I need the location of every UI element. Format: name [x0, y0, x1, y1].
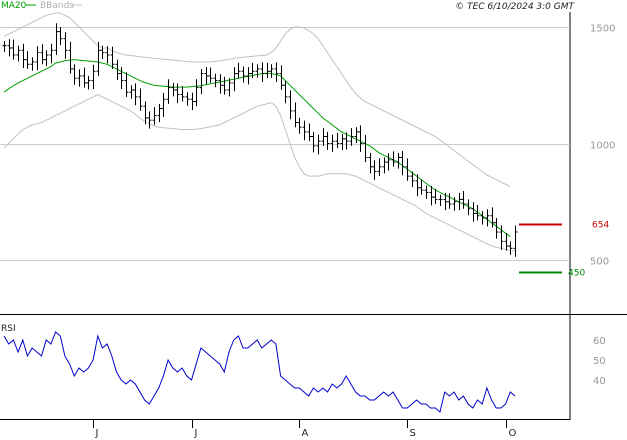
price-y-tick-label: 1000: [590, 141, 615, 152]
level-label-support: 450: [568, 269, 585, 279]
level-label-resistance: 654: [592, 221, 609, 231]
rsi-y-tick-label: 60: [593, 336, 606, 347]
chart-svg: 1500 1000 500 654 450 60 50 40 J J A S O MA20 BBa…: [0, 1, 627, 439]
price-y-tick-label: 1500: [590, 24, 615, 35]
x-axis-ticks: JJASO: [93, 420, 517, 439]
copyright-text: © TEC 6/10/2024 3:0 GMT: [455, 2, 575, 12]
price-y-tick-labels: 1500 1000 500: [590, 24, 615, 268]
rsi-y-tick-label: 50: [593, 356, 606, 367]
x-tick-label: J: [194, 428, 198, 439]
stock-chart: 1500 1000 500 654 450 60 50 40 J J A S O MA20 BBa…: [0, 0, 627, 440]
x-tick-label: J: [95, 428, 99, 439]
price-panel-frame: [0, 12, 570, 314]
rsi-y-tick-label: 40: [593, 376, 606, 387]
legend-bbands-label: BBands: [40, 1, 74, 11]
rsi-line: [3, 331, 516, 413]
x-tick-label: A: [302, 428, 309, 439]
rsi-y-tick-labels: 60 50 40: [593, 336, 606, 387]
x-tick-label: S: [410, 428, 416, 439]
x-tick-label: O: [509, 428, 517, 439]
rsi-panel-label: RSI: [1, 324, 16, 334]
legend: MA20 BBands: [1, 1, 82, 11]
legend-ma20-label: MA20: [1, 1, 27, 11]
price-y-tick-label: 500: [590, 257, 609, 268]
